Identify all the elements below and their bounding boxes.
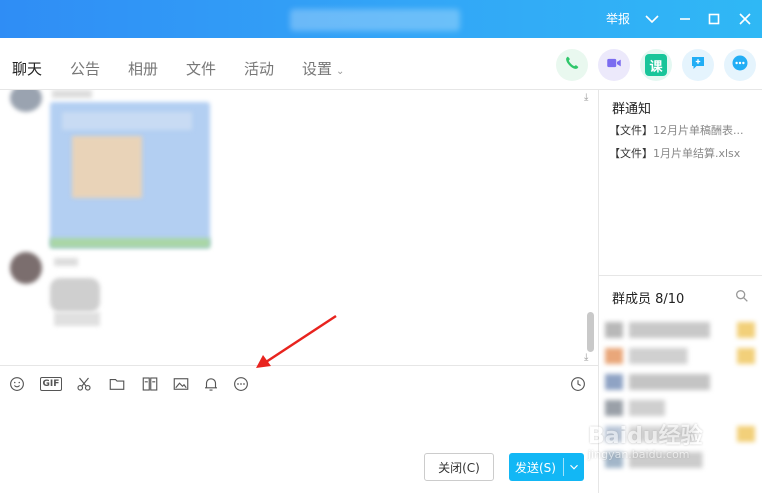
watermark-subtext: jingyan.baidu.com [588, 448, 690, 461]
course-icon: 课 [645, 54, 667, 76]
chevron-down-icon: ⌄ [336, 66, 345, 77]
sender-name-blurred [52, 90, 92, 98]
image-message-header [62, 112, 192, 130]
group-notice-title: 群通知 [612, 102, 652, 117]
close-button[interactable]: 关闭(C) [424, 453, 494, 481]
emoji-icon[interactable] [7, 374, 27, 394]
tab-settings-label: 设置 [302, 60, 333, 78]
more-dots-icon[interactable] [231, 374, 251, 394]
image-message-footer [50, 238, 210, 248]
folder-icon[interactable] [107, 374, 127, 394]
phone-icon [563, 54, 581, 76]
scrollbar-thumb[interactable] [587, 312, 594, 352]
minimize-icon[interactable] [673, 7, 697, 31]
file-name: 1月片单结算.xlsx [653, 147, 741, 160]
member-item[interactable] [605, 348, 755, 364]
course-button[interactable]: 课 [640, 49, 672, 81]
search-icon[interactable] [734, 288, 750, 304]
gif-label: GIF [39, 377, 63, 391]
tab-files[interactable]: 文件 [186, 58, 216, 79]
file-name: 12月片单稿酬表... [653, 124, 744, 137]
avatar [10, 90, 42, 112]
tab-activity[interactable]: 活动 [244, 58, 274, 79]
sender-name-blurred [54, 258, 78, 266]
close-icon[interactable] [733, 7, 757, 31]
maximize-icon[interactable] [702, 7, 726, 31]
scroll-to-bottom-icon[interactable]: ⤓ [584, 352, 588, 363]
gif-icon[interactable]: GIF [38, 374, 64, 394]
video-call-button[interactable] [598, 49, 630, 81]
image-message-thumb [72, 136, 142, 198]
member-item[interactable] [605, 374, 755, 390]
course-glyph: 课 [649, 59, 663, 75]
chevron-down-icon[interactable] [564, 453, 584, 481]
send-button[interactable]: 发送(S) [509, 453, 584, 481]
voice-call-button[interactable] [556, 49, 588, 81]
group-message-button[interactable] [682, 49, 714, 81]
chevron-down-icon[interactable] [640, 7, 664, 31]
report-link[interactable]: 举报 [606, 10, 630, 27]
member-item[interactable] [605, 400, 755, 416]
file-prefix: 【文件】 [609, 124, 653, 137]
picture-icon[interactable] [171, 374, 191, 394]
notice-file-item[interactable]: 【文件】12月片单稿酬表... [609, 122, 744, 138]
group-members-title: 群成员 8/10 [612, 292, 685, 307]
title-bar: 举报 [0, 0, 762, 38]
message-bubble [54, 312, 100, 326]
message-plus-icon [689, 54, 707, 76]
scissors-icon[interactable] [74, 374, 94, 394]
tab-chat[interactable]: 聊天 [12, 58, 42, 79]
notice-file-item[interactable]: 【文件】1月片单结算.xlsx [609, 145, 740, 161]
tab-album[interactable]: 相册 [128, 58, 158, 79]
baidu-watermark: Baidu经验 jingyan.baidu.com [588, 418, 728, 478]
collapse-icon[interactable]: ⤓ [584, 92, 588, 103]
tab-announcement[interactable]: 公告 [70, 58, 100, 79]
tab-bar: 聊天 公告 相册 文件 活动 设置 ⌄ 课 [0, 38, 762, 90]
bell-icon[interactable] [201, 374, 221, 394]
input-toolbar: GIF [0, 365, 598, 401]
watermark-text: Baidu经验 [588, 424, 703, 449]
send-button-label: 发送(S) [515, 460, 556, 475]
avatar [10, 252, 42, 284]
video-camera-icon [605, 54, 623, 76]
message-bubble [50, 278, 100, 312]
message-input[interactable]: 关闭(C) 发送(S) [0, 401, 598, 493]
tab-settings[interactable]: 设置 ⌄ [302, 58, 344, 79]
history-clock-icon[interactable] [568, 374, 588, 394]
group-name-blurred [290, 9, 460, 31]
more-actions-button[interactable] [724, 49, 756, 81]
image-gallery-icon[interactable] [140, 374, 160, 394]
member-item[interactable] [605, 322, 755, 338]
chat-history[interactable]: ⤓ ⤓ [0, 90, 598, 365]
file-prefix: 【文件】 [609, 147, 653, 160]
divider [599, 275, 762, 276]
more-dots-icon [731, 54, 749, 76]
